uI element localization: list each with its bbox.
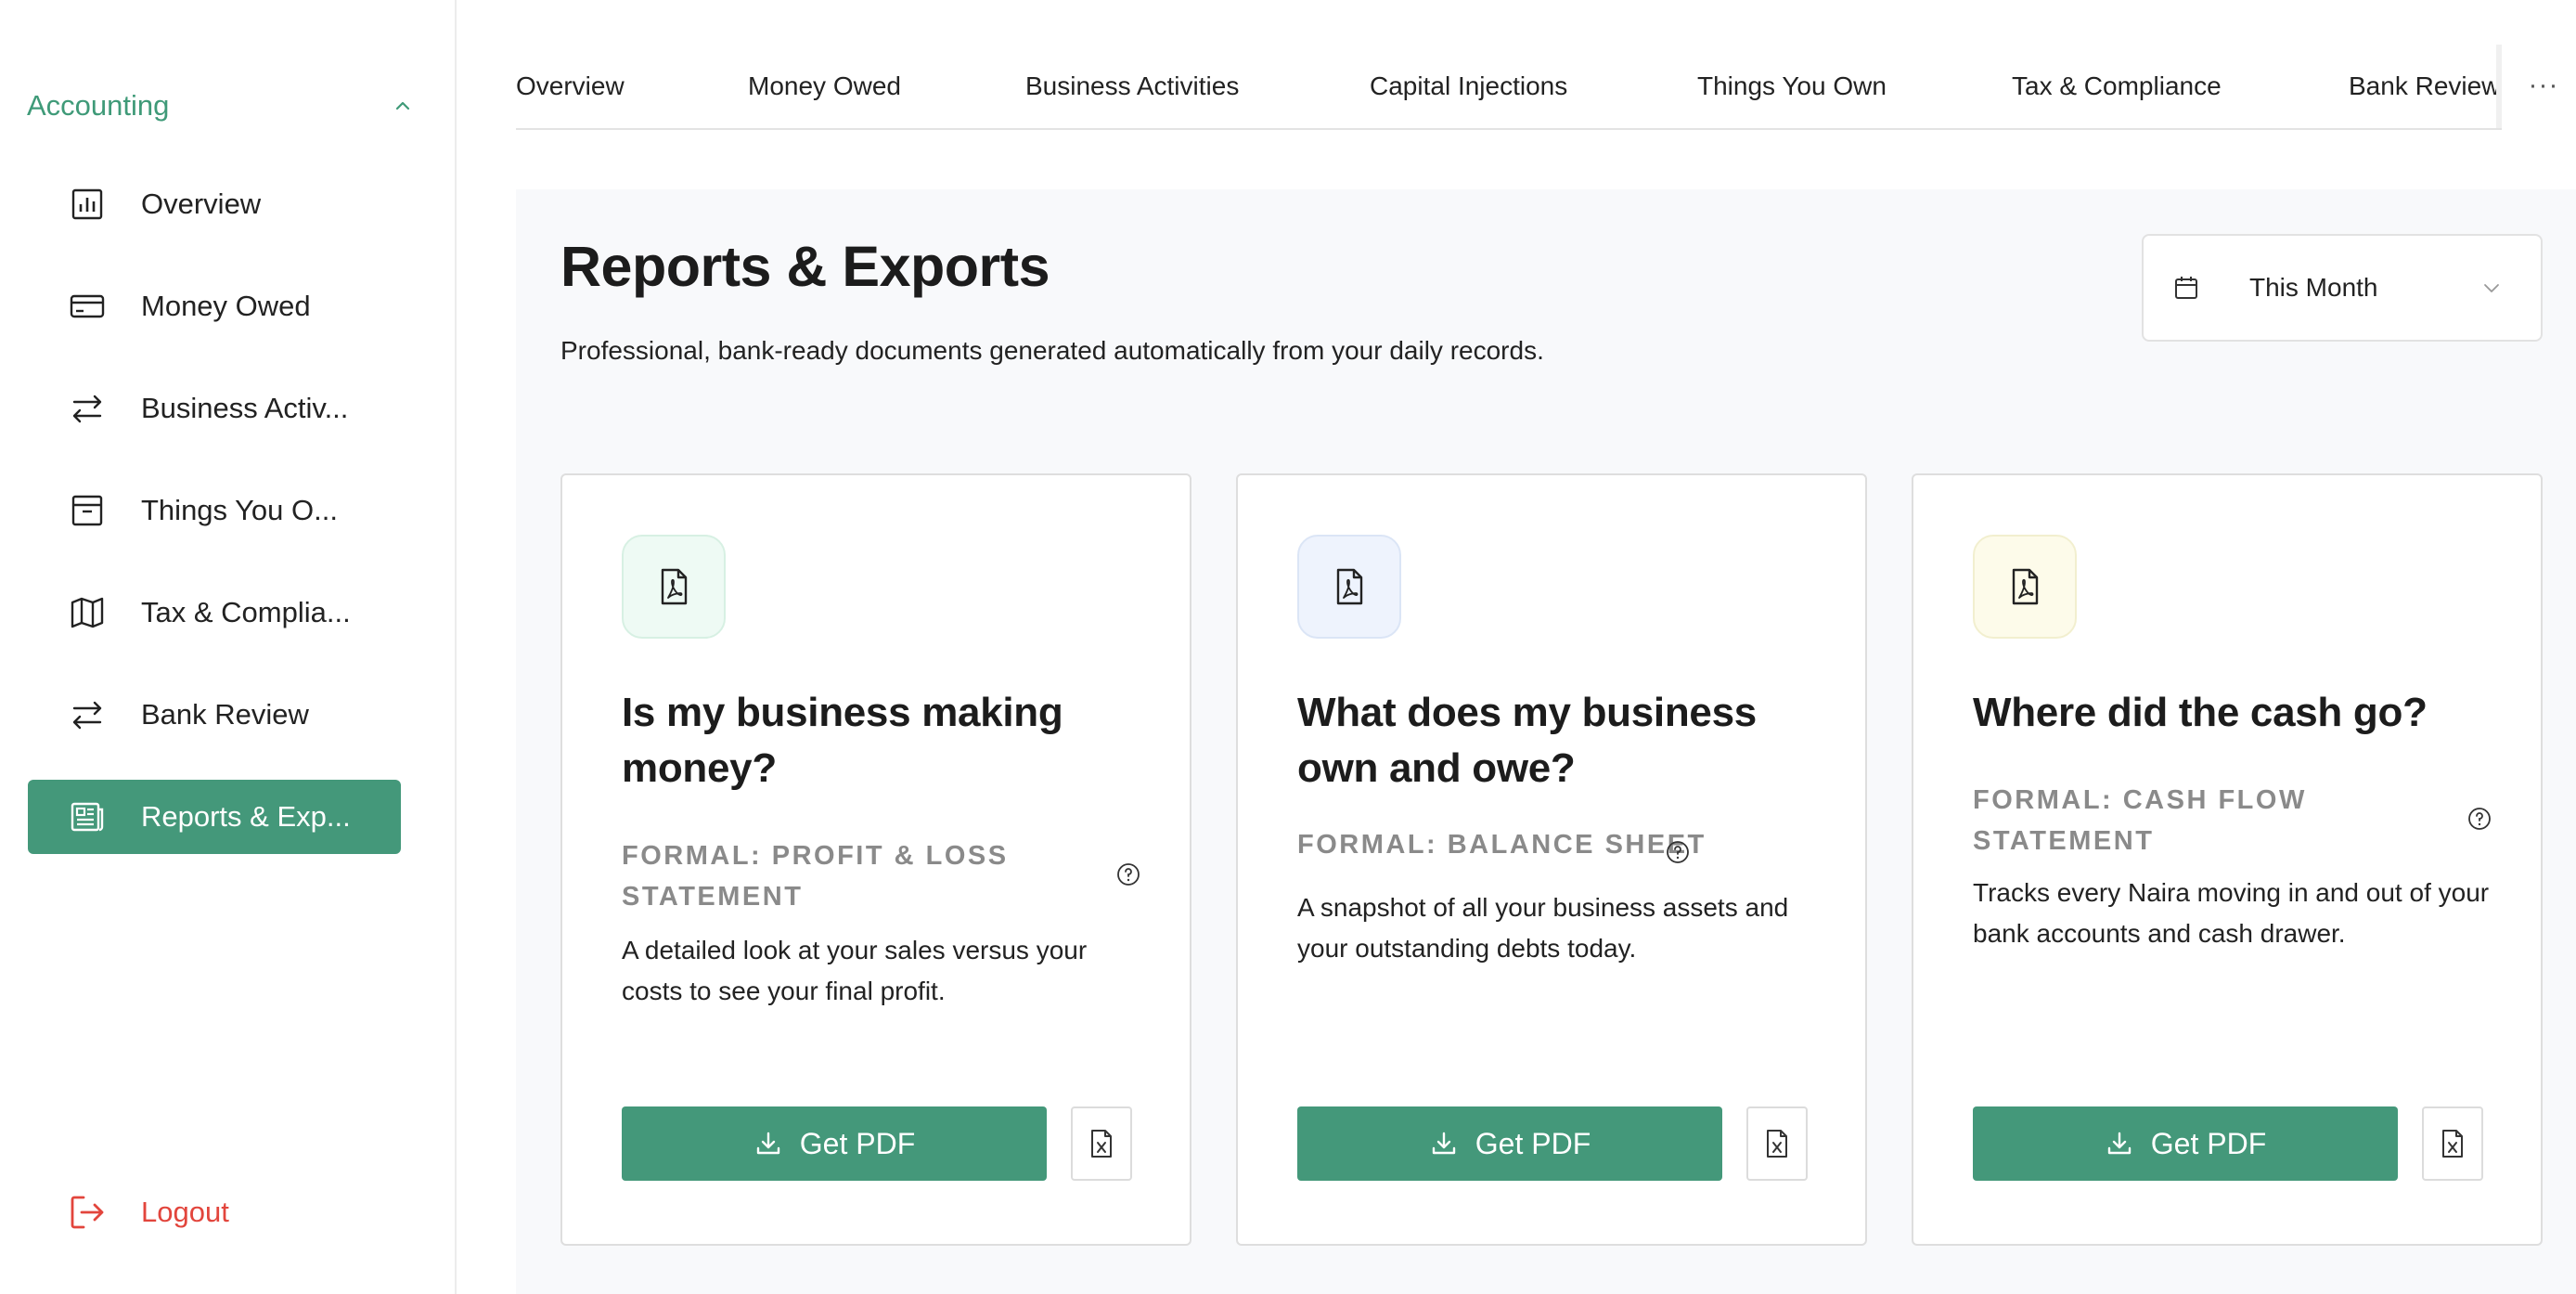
download-icon [2105,1129,2134,1158]
excel-export-button[interactable] [1746,1106,1808,1181]
report-description: Tracks every Naira moving in and out of … [1973,878,2490,948]
report-card-balance-sheet: What does my business own and owe? FORMA… [1236,473,1867,1246]
sidebar-item-money-owed[interactable]: Money Owed [28,269,401,343]
excel-file-icon [1767,1130,1787,1158]
sidebar-item-label: Business Activ... [141,392,349,424]
report-card-profit-loss: Is my business making money? FORMAL: PRO… [560,473,1191,1246]
tab-overview[interactable]: Overview [516,45,625,128]
pdf-file-icon [1336,568,1363,605]
logout-icon [67,1192,108,1233]
accounting-section-label: Accounting [27,89,170,122]
excel-export-button[interactable] [2422,1106,2483,1181]
sidebar-item-bank-review[interactable]: Bank Review [28,678,401,752]
credit-card-icon [67,286,108,327]
tabs-more-button[interactable]: ··· [2522,58,2565,113]
report-title: Is my business making money? [622,690,1063,791]
sidebar-item-reports-exports[interactable]: Reports & Exp... [28,780,401,854]
report-description: A detailed look at your sales versus you… [622,936,1088,1005]
excel-file-icon [1091,1130,1112,1158]
period-select[interactable]: This Month [2142,234,2543,342]
report-title: What does my business own and owe? [1297,690,1757,791]
get-pdf-label: Get PDF [2150,1126,2267,1160]
tab-tax-compliance[interactable]: Tax & Compliance [2012,45,2222,128]
excel-file-icon [2442,1130,2463,1158]
sidebar-item-tax-compliance[interactable]: Tax & Complia... [28,576,401,650]
sidebar-item-things-you-own[interactable]: Things You O... [28,473,401,548]
sidebar-item-label: Tax & Complia... [141,596,351,628]
report-formal-name: FORMAL: PROFIT & LOSS STATEMENT [622,841,1009,912]
get-pdf-button[interactable]: Get PDF [1297,1106,1722,1181]
get-pdf-button[interactable]: Get PDF [622,1106,1047,1181]
get-pdf-label: Get PDF [799,1126,916,1160]
calendar-icon [2168,269,2205,306]
main-content: Reports & Exports Professional, bank-rea… [516,189,2576,1294]
sidebar-item-overview[interactable]: Overview [28,167,401,241]
arrows-exchange-icon [67,694,108,735]
map-icon [67,592,108,633]
chevron-up-icon [389,92,417,120]
sidebar-item-label: Things You O... [141,494,338,526]
report-badge [1297,535,1401,639]
page-subtitle: Professional, bank-ready documents gener… [560,336,1544,365]
newspaper-icon [67,796,108,837]
help-circle-icon[interactable] [1665,839,1691,865]
sidebar-item-label: Bank Review [141,698,309,731]
bar-chart-icon [67,184,108,225]
tab-bank-review[interactable]: Bank Review [2349,45,2500,128]
report-badge [1973,535,2077,639]
report-formal-row: FORMAL: BALANCE SHEET [1297,824,1817,865]
archive-box-icon [67,490,108,531]
get-pdf-button[interactable]: Get PDF [1973,1106,2398,1181]
report-title: Where did the cash go? [1973,690,2428,735]
tab-business-activities[interactable]: Business Activities [1025,45,1239,128]
download-icon [1429,1129,1459,1158]
page-title: Reports & Exports [560,235,1050,298]
get-pdf-label: Get PDF [1475,1126,1591,1160]
arrows-exchange-icon [67,388,108,429]
tab-capital-injections[interactable]: Capital Injections [1370,45,1567,128]
report-description: A snapshot of all your business assets a… [1297,893,1789,963]
report-formal-name: FORMAL: BALANCE SHEET [1297,830,1707,860]
section-tabs: Overview Money Owed Business Activities … [516,45,2502,130]
tab-things-you-own[interactable]: Things You Own [1697,45,1887,128]
sidebar-item-label: Reports & Exp... [141,800,351,833]
download-icon [753,1129,783,1158]
chevron-down-icon [2478,274,2505,302]
sidebar-item-business-activities[interactable]: Business Activ... [28,371,401,446]
help-circle-icon[interactable] [1115,861,1141,887]
help-circle-icon[interactable] [2467,806,2492,832]
accounting-section-toggle[interactable]: Accounting [27,82,417,130]
period-select-value: This Month [2249,273,2378,302]
tab-money-owed[interactable]: Money Owed [748,45,901,128]
sidebar-item-label: Money Owed [141,290,311,322]
logout-button[interactable]: Logout [67,1192,229,1233]
sidebar-nav: Overview Money Owed Business Activ... Th… [28,167,401,882]
tab-scroll-fade [2496,45,2502,128]
excel-export-button[interactable] [1071,1106,1132,1181]
report-card-cash-flow: Where did the cash go? FORMAL: CASH FLOW… [1912,473,2543,1246]
pdf-file-icon [2012,568,2039,605]
report-badge [622,535,726,639]
pdf-file-icon [661,568,688,605]
report-formal-name: FORMAL: CASH FLOW STATEMENT [1973,785,2307,856]
logout-label: Logout [141,1196,229,1228]
sidebar: Accounting Overview Money Owed Business … [0,0,457,1294]
sidebar-item-label: Overview [141,188,262,220]
